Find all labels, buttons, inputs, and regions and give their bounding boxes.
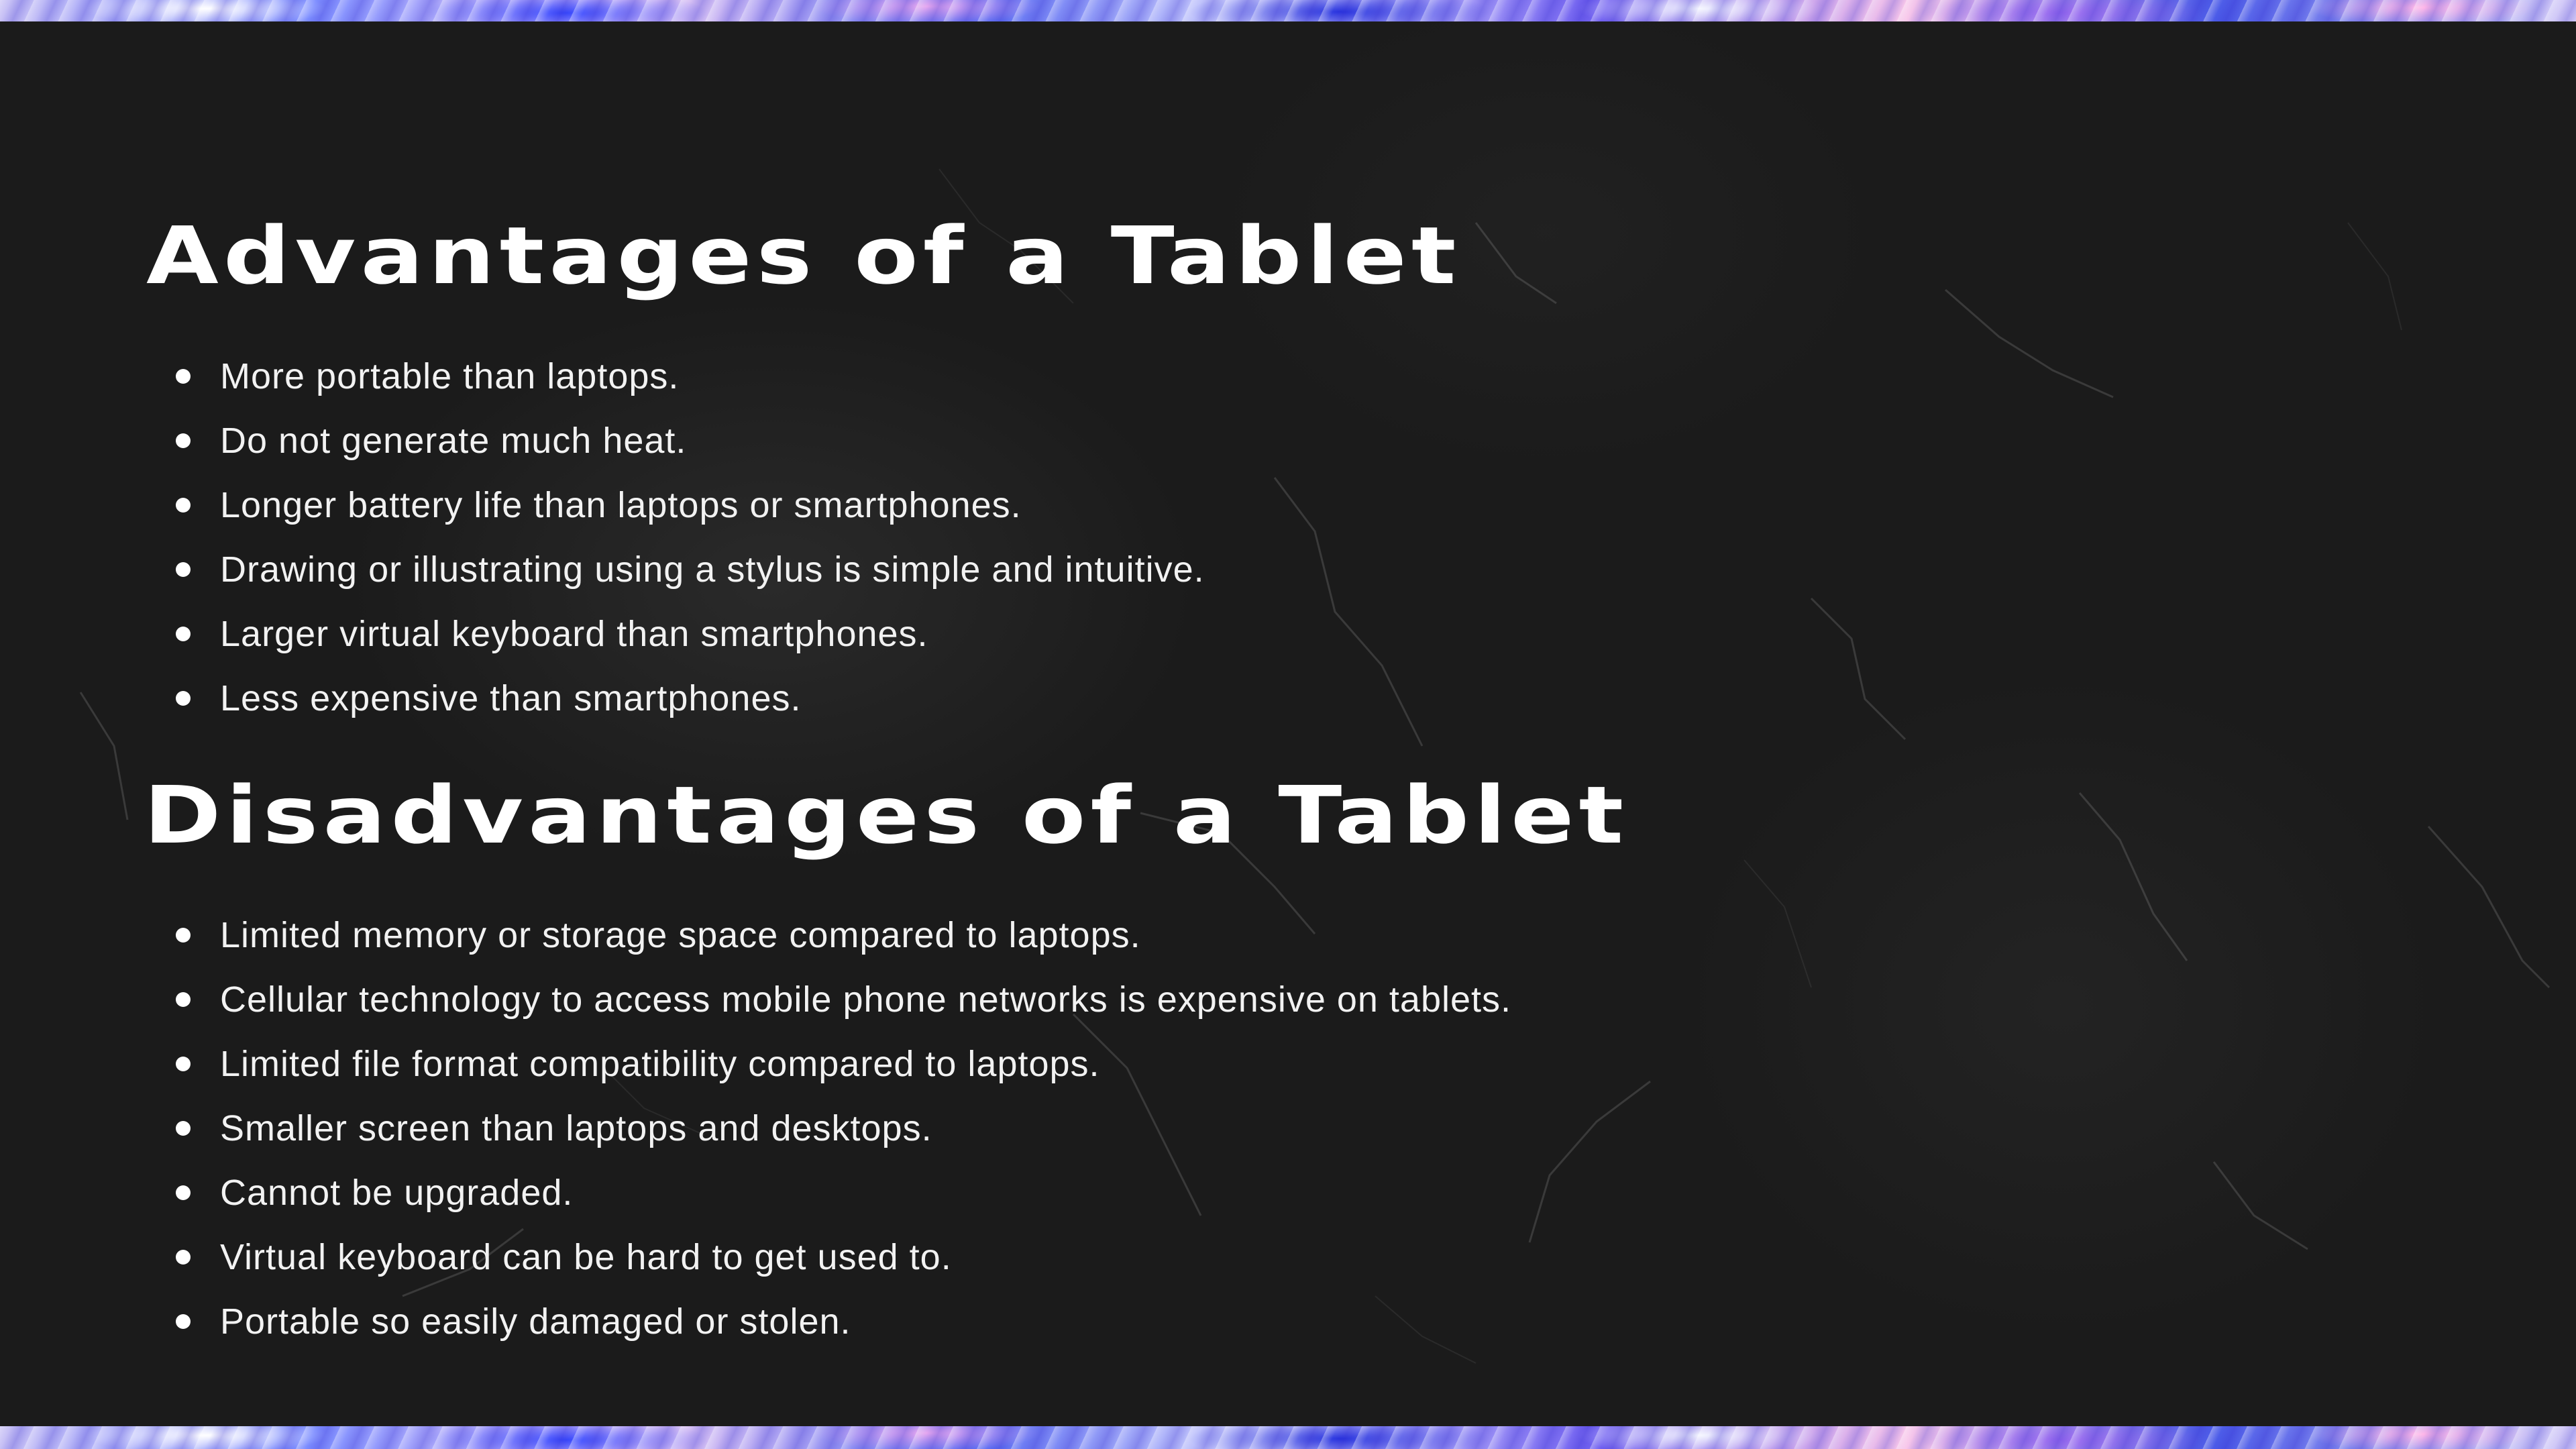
advantage-text: Less expensive than smartphones.: [220, 678, 802, 718]
bullet-icon: [176, 369, 191, 384]
disadvantage-text: Limited memory or storage space compared…: [220, 915, 1141, 955]
list-item: Do not generate much heat.: [176, 409, 1205, 473]
advantage-text: Drawing or illustrating using a stylus i…: [220, 549, 1205, 590]
list-item: Drawing or illustrating using a stylus i…: [176, 537, 1205, 602]
list-item: Cannot be upgraded.: [176, 1161, 1511, 1225]
list-item: Less expensive than smartphones.: [176, 666, 1205, 731]
advantages-heading: Advantages of a Tablet: [146, 209, 1461, 302]
bullet-icon: [176, 562, 191, 577]
list-item: Virtual keyboard can be hard to get used…: [176, 1225, 1511, 1289]
disadvantage-text: Virtual keyboard can be hard to get used…: [220, 1237, 952, 1277]
bullet-icon: [176, 992, 191, 1007]
top-marble-border: [0, 0, 2576, 21]
list-item: Limited memory or storage space compared…: [176, 903, 1511, 967]
crumpled-paper-background: Advantages of a Tablet More portable tha…: [0, 21, 2576, 1426]
bullet-icon: [176, 627, 191, 641]
list-item: More portable than laptops.: [176, 344, 1205, 409]
bottom-marble-border: [0, 1426, 2576, 1449]
list-item: Cellular technology to access mobile pho…: [176, 967, 1511, 1032]
bullet-icon: [176, 691, 191, 706]
bullet-icon: [176, 928, 191, 943]
list-item: Longer battery life than laptops or smar…: [176, 473, 1205, 537]
advantages-list: More portable than laptops. Do not gener…: [176, 344, 1205, 731]
bullet-icon: [176, 1057, 191, 1071]
bullet-icon: [176, 498, 191, 513]
list-item: Portable so easily damaged or stolen.: [176, 1289, 1511, 1354]
disadvantages-heading: Disadvantages of a Tablet: [144, 769, 1629, 861]
advantage-text: Longer battery life than laptops or smar…: [220, 485, 1022, 525]
disadvantage-text: Smaller screen than laptops and desktops…: [220, 1108, 932, 1148]
list-item: Limited file format compatibility compar…: [176, 1032, 1511, 1096]
disadvantage-text: Cannot be upgraded.: [220, 1173, 574, 1213]
disadvantage-text: Portable so easily damaged or stolen.: [220, 1301, 851, 1342]
slide: Advantages of a Tablet More portable tha…: [0, 0, 2576, 1449]
disadvantage-text: Cellular technology to access mobile pho…: [220, 979, 1512, 1020]
bullet-icon: [176, 1185, 191, 1200]
bullet-icon: [176, 1121, 191, 1136]
bullet-icon: [176, 1314, 191, 1329]
disadvantages-list: Limited memory or storage space compared…: [176, 903, 1511, 1354]
list-item: Larger virtual keyboard than smartphones…: [176, 602, 1205, 666]
disadvantage-text: Limited file format compatibility compar…: [220, 1044, 1100, 1084]
bullet-icon: [176, 1250, 191, 1265]
advantage-text: Do not generate much heat.: [220, 421, 687, 461]
bullet-icon: [176, 433, 191, 448]
list-item: Smaller screen than laptops and desktops…: [176, 1096, 1511, 1161]
advantage-text: Larger virtual keyboard than smartphones…: [220, 614, 928, 654]
advantage-text: More portable than laptops.: [220, 356, 680, 396]
